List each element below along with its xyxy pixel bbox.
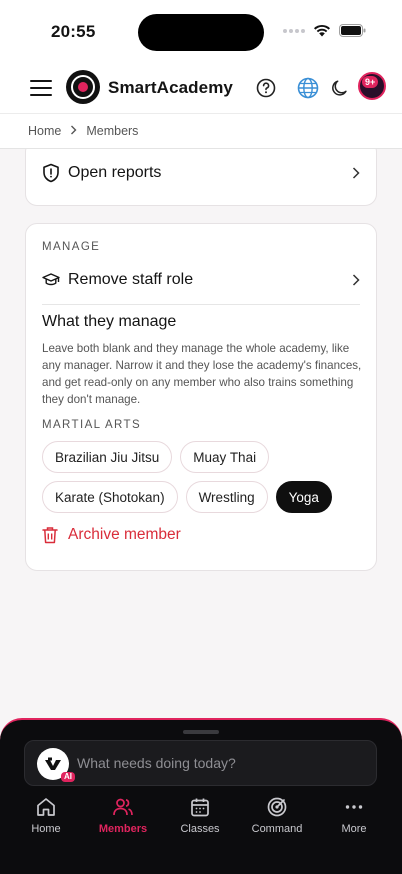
chip-muay-thai[interactable]: Muay Thai <box>180 441 270 473</box>
battery-icon <box>339 24 366 37</box>
app-title: SmartAcademy <box>108 78 233 97</box>
nav-classes[interactable]: Classes <box>162 796 238 835</box>
chevron-right-icon <box>70 124 77 138</box>
what-they-manage-heading: What they manage <box>42 313 177 330</box>
archive-member-label: Archive member <box>68 526 181 543</box>
nav-home-label: Home <box>31 823 61 835</box>
chevron-right-icon <box>352 274 360 286</box>
breadcrumb-current: Members <box>86 124 139 138</box>
chip-wrestling[interactable]: Wrestling <box>185 481 268 513</box>
divider <box>42 304 360 305</box>
chevron-right-icon <box>352 167 360 179</box>
help-icon[interactable] <box>254 76 278 100</box>
wifi-icon <box>314 24 330 37</box>
manage-card: MANAGE Remove staff role What they manag… <box>25 223 377 571</box>
app-header: SmartAcademy 9+ <box>0 64 402 113</box>
status-icons <box>283 24 366 37</box>
nav-home[interactable]: Home <box>8 796 84 835</box>
ai-tag: AI <box>61 772 75 782</box>
notification-badge: 9+ <box>362 76 379 88</box>
chip-brazilian-jiu-jitsu[interactable]: Brazilian Jiu Jitsu <box>42 441 173 473</box>
bottom-sheet: AI Home Members Classes Command More <box>0 718 402 874</box>
manage-description: Leave both blank and they manage the who… <box>42 342 362 406</box>
open-reports-label: Open reports <box>68 164 162 181</box>
nav-members[interactable]: Members <box>85 796 161 835</box>
language-globe-icon[interactable] <box>296 76 320 100</box>
nav-members-label: Members <box>98 823 148 835</box>
nav-more-label: More <box>341 823 367 835</box>
menu-icon[interactable] <box>30 80 52 96</box>
graduation-cap-icon <box>42 273 60 286</box>
martial-arts-chips: Brazilian Jiu Jitsu Muay Thai Karate (Sh… <box>42 441 364 513</box>
assistant-input-bar: AI <box>24 740 377 786</box>
reports-card: Open reports <box>25 149 377 206</box>
remove-staff-role-row[interactable]: Remove staff role <box>26 260 376 300</box>
assistant-input[interactable] <box>77 741 367 785</box>
cellular-signal-icon <box>283 28 305 33</box>
nav-more[interactable]: More <box>316 796 392 835</box>
nav-command[interactable]: Command <box>239 796 315 835</box>
target-icon <box>267 797 287 817</box>
trash-icon <box>42 527 58 544</box>
chip-yoga[interactable]: Yoga <box>275 481 332 513</box>
open-reports-row[interactable]: Open reports <box>26 153 376 193</box>
status-time: 20:55 <box>51 22 96 41</box>
martial-arts-label: MARTIAL ARTS <box>42 419 142 431</box>
breadcrumb-home[interactable]: Home <box>28 124 61 138</box>
breadcrumb: Home Members <box>0 113 402 149</box>
more-icon <box>345 805 363 809</box>
sheet-grabber[interactable] <box>183 730 219 734</box>
remove-staff-role-label: Remove staff role <box>68 271 194 288</box>
dynamic-island <box>138 14 264 51</box>
nav-classes-label: Classes <box>180 823 220 835</box>
academy-logo <box>66 70 100 104</box>
chip-karate-shotokan[interactable]: Karate (Shotokan) <box>42 481 178 513</box>
dark-mode-moon-icon[interactable] <box>329 76 353 100</box>
manage-kicker: MANAGE <box>42 241 101 253</box>
home-icon <box>37 798 55 816</box>
calendar-icon <box>191 798 209 817</box>
archive-member-button[interactable]: Archive member <box>42 526 181 544</box>
nav-command-label: Command <box>251 823 303 835</box>
members-icon <box>113 798 133 816</box>
shield-icon <box>43 163 59 183</box>
status-bar: 20:55 <box>0 0 402 64</box>
